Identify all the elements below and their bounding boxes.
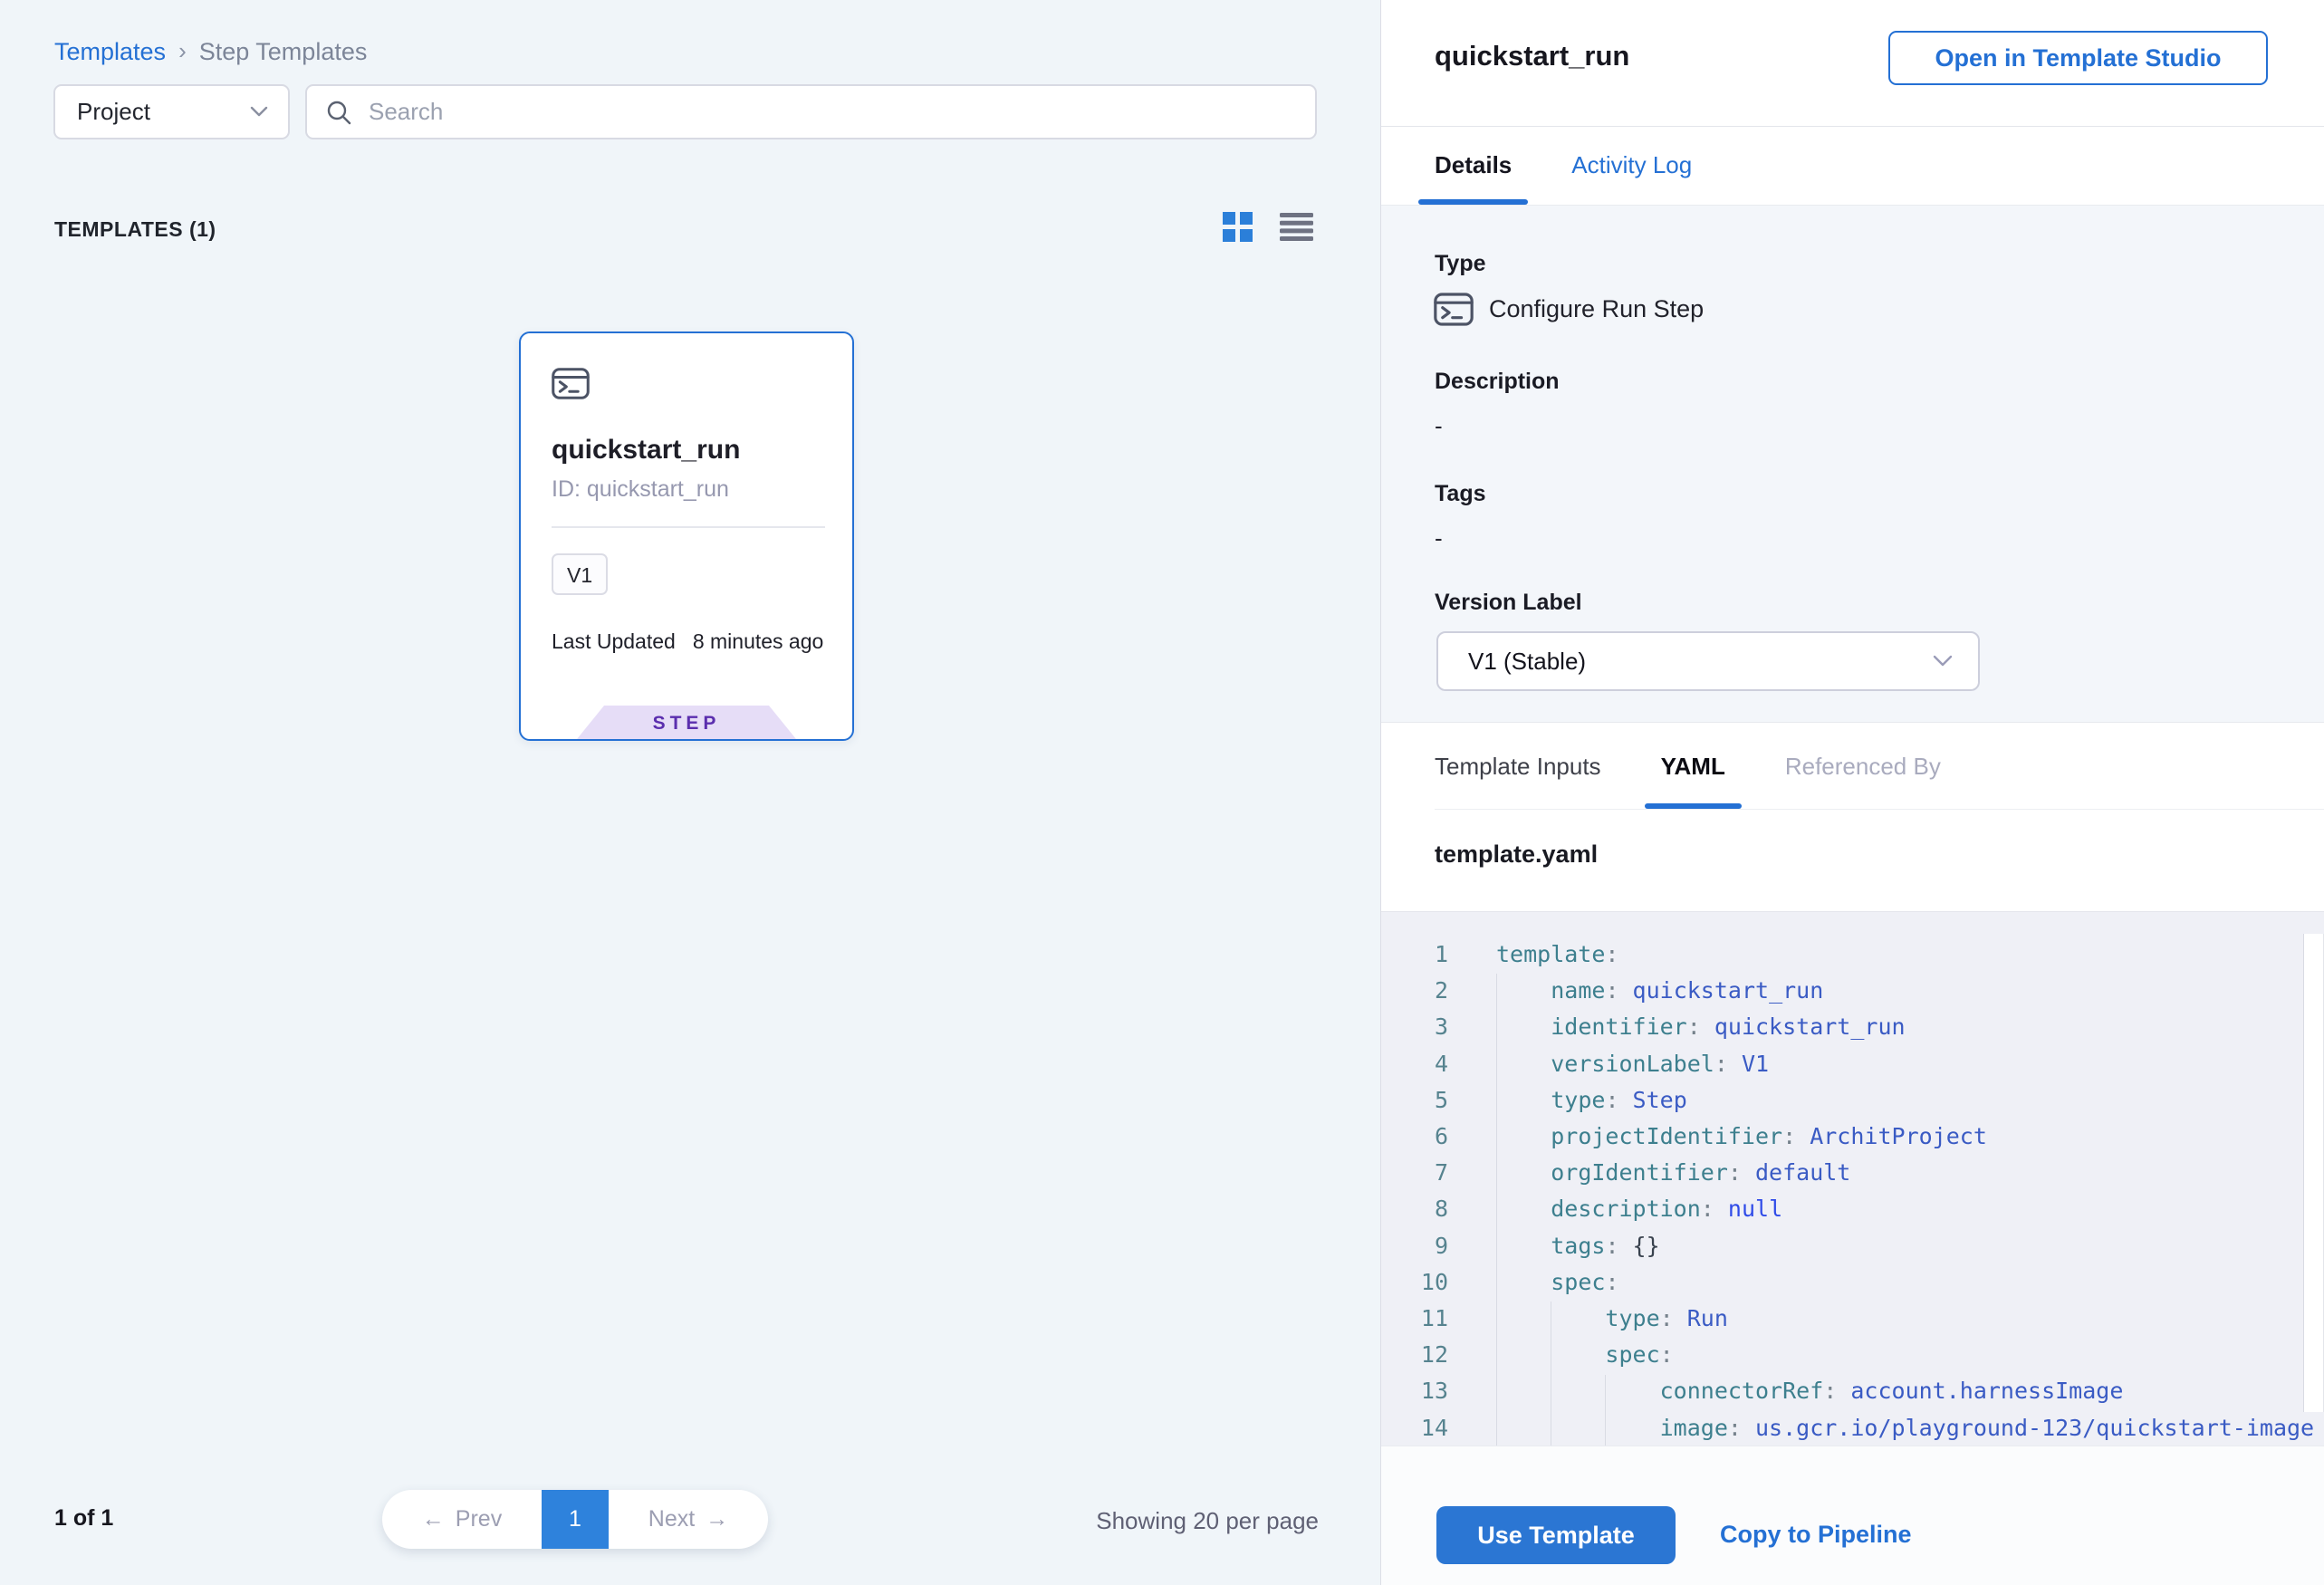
arrow-left-icon: ← xyxy=(422,1506,445,1532)
chevron-down-icon xyxy=(1933,655,1953,668)
yaml-line-7: 7 orgIdentifier: default xyxy=(1381,1155,2324,1191)
yaml-editor[interactable]: 1template:2 name: quickstart_run3 identi… xyxy=(1381,911,2324,1446)
breadcrumb-chevron-icon: › xyxy=(178,37,187,65)
scope-select-value: Project xyxy=(77,98,150,126)
tab-template-inputs[interactable]: Template Inputs xyxy=(1435,724,1601,809)
editor-scrollbar[interactable] xyxy=(2303,934,2324,1412)
version-select[interactable]: V1 (Stable) xyxy=(1436,631,1980,691)
card-title: quickstart_run xyxy=(552,435,740,466)
breadcrumb: Templates › Step Templates xyxy=(54,38,367,66)
type-value: Configure Run Step xyxy=(1489,295,1704,323)
type-value-row: Configure Run Step xyxy=(1434,293,1704,326)
description-label: Description xyxy=(1435,369,1560,395)
actions-bar: Use Template Copy to Pipeline xyxy=(1381,1446,2324,1585)
version-select-value: V1 (Stable) xyxy=(1468,648,1586,676)
description-value: - xyxy=(1435,412,1443,440)
yaml-line-13: 13 connectorRef: account.harnessImage xyxy=(1381,1373,2324,1409)
open-in-template-studio-button[interactable]: Open in Template Studio xyxy=(1888,31,2268,85)
last-updated-value: 8 minutes ago xyxy=(693,629,823,654)
tags-label: Tags xyxy=(1435,481,1486,507)
per-page-label: Showing 20 per page xyxy=(1096,1507,1319,1535)
version-badge: V1 xyxy=(552,553,608,595)
yaml-line-8: 8 description: null xyxy=(1381,1191,2324,1227)
template-details-panel: quickstart_run Open in Template Studio D… xyxy=(1381,0,2324,1585)
card-last-updated: Last Updated 8 minutes ago xyxy=(552,629,823,654)
yaml-line-5: 5 type: Step xyxy=(1381,1082,2324,1119)
templates-list-panel: Templates › Step Templates Project TEMPL… xyxy=(0,0,1381,1585)
search-box xyxy=(305,84,1317,139)
type-label: Type xyxy=(1435,251,1486,277)
view-toggles xyxy=(1223,212,1313,242)
search-input[interactable] xyxy=(367,97,1297,127)
version-label: Version Label xyxy=(1435,590,1582,616)
arrow-right-icon: → xyxy=(706,1506,728,1532)
grid-view-button[interactable] xyxy=(1223,212,1253,242)
copy-to-pipeline-link[interactable]: Copy to Pipeline xyxy=(1720,1521,1912,1549)
yaml-line-11: 11 type: Run xyxy=(1381,1301,2324,1337)
templates-count-label: TEMPLATES (1) xyxy=(54,217,216,242)
next-label: Next xyxy=(648,1506,695,1532)
page-count-label: 1 of 1 xyxy=(54,1505,113,1532)
prev-label: Prev xyxy=(456,1506,502,1532)
pager: ← Prev 1 Next → xyxy=(382,1490,768,1549)
yaml-line-14: 14 image: us.gcr.io/playground-123/quick… xyxy=(1381,1410,2324,1446)
panel-title: quickstart_run xyxy=(1435,40,1629,72)
app-root: Templates › Step Templates Project TEMPL… xyxy=(0,0,2324,1585)
yaml-tabbar: Template Inputs YAML Referenced By xyxy=(1435,724,2324,810)
details-section: Type Configure Run Step Description - Ta… xyxy=(1381,205,2324,723)
tab-referenced-by[interactable]: Referenced By xyxy=(1785,724,1941,809)
yaml-line-3: 3 identifier: quickstart_run xyxy=(1381,1009,2324,1045)
run-step-icon xyxy=(552,368,590,399)
page-1-button[interactable]: 1 xyxy=(542,1490,609,1549)
chevron-down-icon xyxy=(250,106,268,118)
breadcrumb-templates-link[interactable]: Templates xyxy=(54,38,166,66)
prev-page-button[interactable]: ← Prev xyxy=(382,1490,542,1549)
tab-activity-log[interactable]: Activity Log xyxy=(1571,126,1692,205)
run-step-icon xyxy=(1434,293,1474,326)
step-type-ribbon: STEP xyxy=(577,706,796,739)
yaml-line-1: 1template: xyxy=(1381,937,2324,973)
tab-details[interactable]: Details xyxy=(1435,126,1512,205)
next-page-button[interactable]: Next → xyxy=(609,1490,768,1549)
tab-yaml[interactable]: YAML xyxy=(1661,724,1725,809)
scope-select[interactable]: Project xyxy=(53,84,290,139)
card-divider xyxy=(552,526,825,528)
search-icon xyxy=(325,99,352,126)
yaml-line-2: 2 name: quickstart_run xyxy=(1381,973,2324,1009)
template-card[interactable]: quickstart_run ID: quickstart_run V1 Las… xyxy=(519,331,854,741)
yaml-line-12: 12 spec: xyxy=(1381,1337,2324,1373)
list-view-button[interactable] xyxy=(1280,213,1313,241)
yaml-line-6: 6 projectIdentifier: ArchitProject xyxy=(1381,1119,2324,1155)
breadcrumb-current: Step Templates xyxy=(199,38,368,66)
details-tabbar: Details Activity Log xyxy=(1435,126,1692,205)
tags-value: - xyxy=(1435,524,1443,552)
card-id: ID: quickstart_run xyxy=(552,476,729,503)
yaml-line-9: 9 tags: {} xyxy=(1381,1228,2324,1264)
yaml-file-name: template.yaml xyxy=(1435,841,1598,869)
use-template-button[interactable]: Use Template xyxy=(1436,1506,1676,1564)
yaml-line-4: 4 versionLabel: V1 xyxy=(1381,1046,2324,1082)
yaml-line-10: 10 spec: xyxy=(1381,1264,2324,1301)
last-updated-label: Last Updated xyxy=(552,629,676,654)
